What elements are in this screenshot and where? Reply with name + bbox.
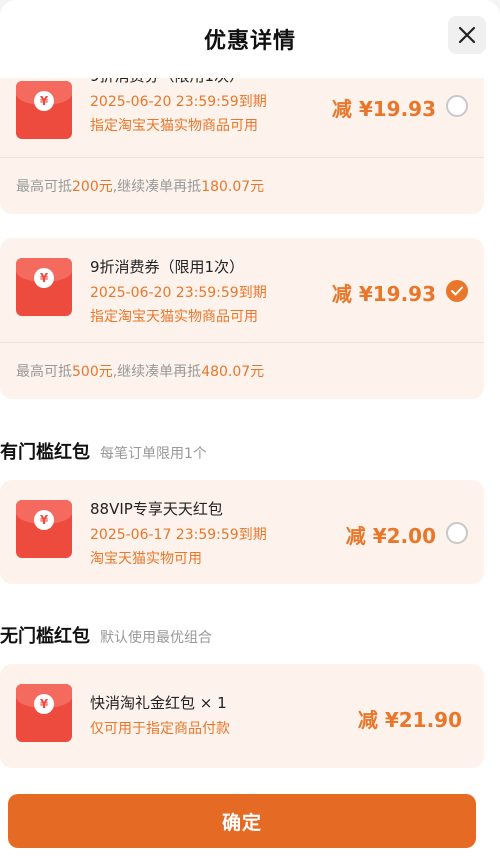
packet-title: 88VIP专享天天红包 [90,500,223,518]
red-envelope-icon: ¥ [16,81,72,139]
coupon-footnote: 最高可抵 200元 ,继续凑单再抵 180.07元 [0,157,484,214]
coupon-scope: 指定淘宝天猫实物商品可用 [90,309,258,325]
section-title: 有门槛红包 [0,442,90,463]
coupon-list[interactable]: ¥ 9折消费券（限用1次） 2025-06-20 23:59:59到期 指定淘宝… [0,78,500,778]
section-title: 无门槛红包 [0,626,90,647]
red-packet-card[interactable]: ¥ 88VIP专享天天红包 2025-06-17 23:59:59到期 淘宝天猫… [0,480,484,584]
packet-amount: 减 ¥21.90 [357,708,462,732]
close-icon [458,26,476,44]
check-icon [451,286,463,296]
coupon-card[interactable]: ¥ 9折消费券（限用1次） 2025-06-20 23:59:59到期 指定淘宝… [0,78,484,214]
threshold-section-header: 有门槛红包 每笔订单限用1个 [0,438,207,464]
confirm-button[interactable]: 确定 [8,794,476,848]
coupon-title: 9折消费券（限用1次） [90,78,244,86]
coupon-footnote: 最高可抵 500元 ,继续凑单再抵 480.07元 [0,342,484,399]
red-packet-card[interactable]: ¥ 快消淘礼金红包 × 1 仅可用于指定商品付款 减 ¥21.90 [0,664,484,768]
coupon-detail-sheet: 优惠详情 ¥ 9折消费券（限用1次） 2025-06-20 23:59:59到期… [0,0,500,857]
packet-scope: 淘宝天猫实物可用 [90,551,202,567]
packet-radio[interactable] [446,522,468,544]
packet-title: 快消淘礼金红包 × 1 [90,694,227,712]
coupon-amount: 减 ¥19.93 [331,282,436,306]
coupon-title: 9折消费券（限用1次） [90,258,245,276]
red-envelope-icon: ¥ [16,684,72,742]
packet-expiry: 2025-06-17 23:59:59到期 [90,527,267,543]
red-envelope-icon: ¥ [16,500,72,558]
section-subtitle: 每笔订单限用1个 [100,446,207,462]
coupon-radio[interactable] [446,95,468,117]
close-button[interactable] [448,16,486,54]
coupon-scope: 指定淘宝天猫实物商品可用 [90,118,258,134]
packet-scope: 仅可用于指定商品付款 [90,721,230,737]
coupon-amount: 减 ¥19.93 [331,97,436,121]
page-title: 优惠详情 [203,29,296,54]
no-threshold-section-header: 无门槛红包 默认使用最优组合 [0,622,212,648]
coupon-card[interactable]: ¥ 9折消费券（限用1次） 2025-06-20 23:59:59到期 指定淘宝… [0,238,484,399]
coupon-expiry: 2025-06-20 23:59:59到期 [90,285,267,301]
coupon-expiry: 2025-06-20 23:59:59到期 [90,94,267,110]
coupon-radio-selected[interactable] [446,280,468,302]
red-envelope-icon: ¥ [16,258,72,316]
sheet-header: 优惠详情 [0,0,500,78]
packet-amount: 减 ¥2.00 [345,524,436,548]
sheet-footer: 确定 [0,780,500,857]
section-subtitle: 默认使用最优组合 [100,630,212,646]
